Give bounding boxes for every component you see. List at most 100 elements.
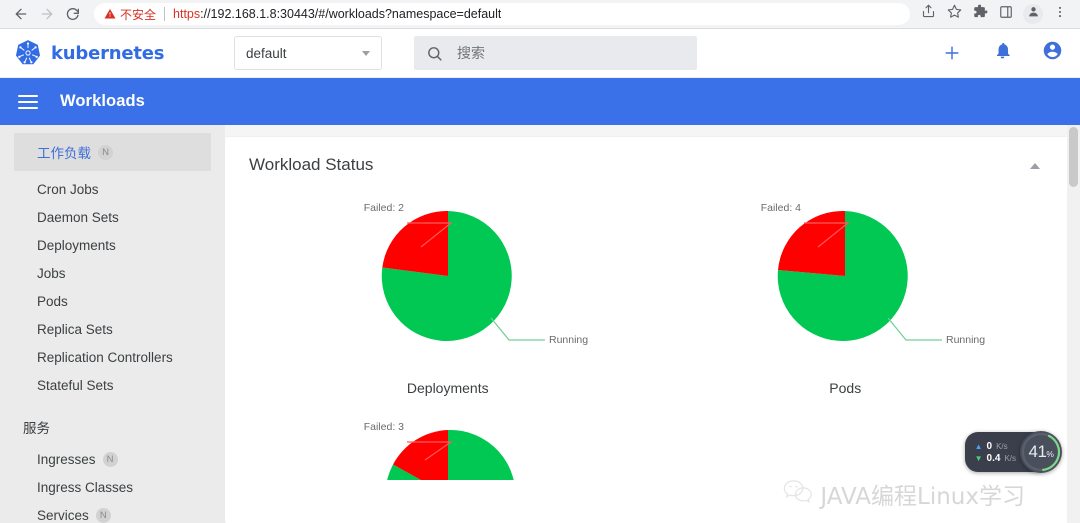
workload-status-card: Workload Status Failed: 2 Running: Deplo… [225, 137, 1068, 523]
sidebar-item-label: Replication Controllers [37, 349, 173, 365]
sidebar-item-ingresses[interactable]: Ingresses N [0, 445, 225, 473]
sidebar-item-deployments[interactable]: Deployments [0, 231, 225, 259]
app-header: kubernetes default 搜索 [0, 29, 1080, 78]
sidebar-item-pods[interactable]: Pods [0, 287, 225, 315]
upload-speed-value: 0 [986, 440, 993, 452]
sidebar-item-label: Cron Jobs [37, 181, 99, 197]
sidebar-item-label: Pods [37, 293, 68, 309]
profile-button[interactable] [1023, 4, 1043, 24]
chevron-down-icon [362, 50, 370, 56]
sidebar-item-services[interactable]: Services N [0, 501, 225, 523]
brand-name: kubernetes [51, 42, 165, 64]
pie-chart-pods[interactable]: Failed: 4 Running: 17 [705, 181, 985, 376]
sidebar-item-daemon-sets[interactable]: Daemon Sets [0, 203, 225, 231]
search-icon [426, 45, 443, 62]
notifications-button[interactable] [990, 41, 1014, 65]
puzzle-icon [973, 4, 988, 24]
three-dot-menu-icon [1053, 5, 1067, 24]
search-input[interactable]: 搜索 [414, 36, 697, 70]
share-button[interactable] [916, 2, 940, 26]
download-arrow-icon: ▼ [974, 453, 983, 463]
sidebar-item-label: 工作负载 [37, 146, 91, 161]
kubernetes-logo-icon [14, 39, 42, 67]
sidebar-item-cron-jobs[interactable]: Cron Jobs [0, 175, 225, 203]
pie-label-running: Running: 17 [946, 334, 985, 346]
extensions-button[interactable] [968, 2, 992, 26]
sidebar-item-label: Stateful Sets [37, 377, 114, 393]
scrollbar-thumb[interactable] [1069, 127, 1078, 187]
upload-arrow-icon: ▲ [974, 441, 983, 451]
pie-label-running: Running: 9 [549, 334, 588, 346]
chart-title-pods: Pods [829, 380, 862, 396]
address-divider [164, 7, 166, 21]
sidebar-section-services: 服务 [0, 409, 225, 445]
hamburger-menu-icon[interactable] [18, 94, 38, 109]
account-button[interactable] [1040, 41, 1064, 65]
namespace-badge: N [98, 144, 113, 160]
pie-label-failed: Failed: 2 [363, 202, 403, 214]
upload-speed-unit: K/s [996, 441, 1008, 451]
download-speed-value: 0.4 [986, 452, 1001, 464]
profile-avatar-icon [1027, 5, 1040, 23]
sidebar-item-label: Ingresses [37, 451, 96, 467]
namespace-value: default [246, 45, 287, 61]
share-icon [921, 4, 936, 24]
forward-arrow-icon [39, 6, 55, 22]
address-bar[interactable]: 不安全 https://192.168.1.8:30443/#/workload… [94, 3, 910, 25]
security-status-label: 不安全 [120, 7, 157, 22]
sidebar-item-label: Daemon Sets [37, 209, 119, 225]
browser-toolbar: 不安全 https://192.168.1.8:30443/#/workload… [0, 0, 1080, 29]
charts-row-2: Failed: 3 [249, 400, 1044, 480]
chevron-up-icon[interactable] [1030, 163, 1040, 169]
reload-icon [65, 6, 81, 22]
sidebar-item-replica-sets[interactable]: Replica Sets [0, 315, 225, 343]
forward-button[interactable] [34, 1, 60, 27]
bookmark-button[interactable] [942, 2, 966, 26]
vertical-scrollbar[interactable] [1067, 125, 1080, 523]
not-secure-warning-icon [104, 8, 116, 20]
browser-action-icons [916, 2, 1072, 26]
create-resource-button[interactable] [940, 41, 964, 65]
star-icon [947, 4, 962, 24]
namespace-selector[interactable]: default [234, 36, 382, 70]
sidebar-item-replication-controllers[interactable]: Replication Controllers [0, 343, 225, 371]
download-speed-unit: K/s [1004, 453, 1016, 463]
bell-icon [993, 41, 1012, 65]
url-rest: ://192.168.1.8:30443/#/workloads?namespa… [200, 7, 502, 21]
back-arrow-icon [13, 6, 29, 22]
sidebar-item-ingress-classes[interactable]: Ingress Classes [0, 473, 225, 501]
download-speed-row: ▼ 0.4 K/s [975, 453, 1016, 464]
sidebar-item-workloads[interactable]: 工作负载 N [14, 133, 211, 171]
pie-label-failed: Failed: 3 [363, 421, 403, 433]
sidebar-item-jobs[interactable]: Jobs [0, 259, 225, 287]
sidebar-item-label: Replica Sets [37, 321, 113, 337]
gauge-percent-value: 41 [1028, 442, 1047, 461]
reload-button[interactable] [60, 1, 86, 27]
sidebar-nav: 工作负载 N Cron Jobs Daemon Sets Deployments… [0, 125, 225, 523]
content-area: Workload Status Failed: 2 Running: Deplo… [225, 125, 1080, 523]
pie-label-failed: Failed: 4 [761, 202, 801, 214]
namespace-badge: N [102, 451, 118, 467]
upload-speed-row: ▲ 0 K/s [975, 441, 1016, 452]
card-header: Workload Status [249, 155, 1044, 175]
back-button[interactable] [8, 1, 34, 27]
network-speed-widget[interactable]: ▲ 0 K/s ▼ 0.4 K/s 41% [964, 431, 1062, 473]
card-title: Workload Status [249, 155, 374, 174]
account-circle-icon [1042, 40, 1063, 66]
pie-chart-third[interactable]: Failed: 3 [308, 400, 588, 480]
sidebar-item-stateful-sets[interactable]: Stateful Sets [0, 371, 225, 399]
side-panel-icon [999, 5, 1013, 24]
charts-row-1: Failed: 2 Running: 9 Deployments Failed:… [249, 181, 1044, 396]
cpu-usage-gauge[interactable]: 41% [1020, 431, 1062, 473]
pie-chart-deployments[interactable]: Failed: 2 Running: 9 [308, 181, 588, 376]
sidebar-item-label: Jobs [37, 265, 66, 281]
chart-deployments: Failed: 2 Running: 9 Deployments [249, 181, 647, 396]
sidebar-section-label: 服务 [23, 421, 50, 436]
chart-third-partial: Failed: 3 [249, 400, 647, 480]
chart-title-deployments: Deployments [406, 380, 489, 396]
sidebar-item-label: Deployments [37, 237, 116, 253]
page-title: Workloads [60, 92, 145, 110]
side-panel-button[interactable] [994, 2, 1018, 26]
brand-logo-link[interactable]: kubernetes [14, 39, 206, 67]
browser-menu-button[interactable] [1048, 2, 1072, 26]
